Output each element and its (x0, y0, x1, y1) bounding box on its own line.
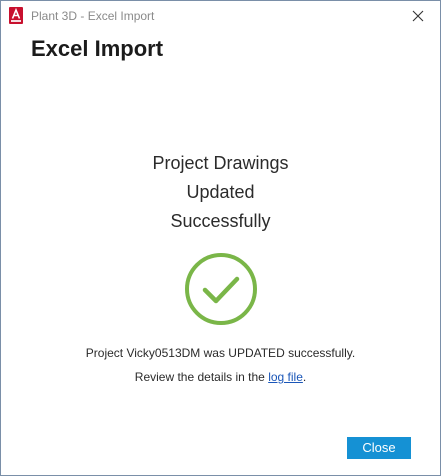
check-circle-icon (184, 252, 258, 326)
review-details-prefix: Review the details in the (134, 370, 269, 384)
update-status-text: Project Vicky0513DM was UPDATED successf… (85, 346, 356, 360)
message-line-3: Successfully (170, 211, 271, 231)
message-line-1: Project Drawings (152, 153, 289, 173)
window-title: Plant 3D - Excel Import (31, 9, 155, 23)
log-file-link[interactable]: log file (268, 370, 303, 384)
review-details-text: Review the details in the log file. (1, 370, 440, 384)
title-bar: Plant 3D - Excel Import (1, 1, 440, 31)
review-details-suffix: . (302, 370, 307, 384)
dialog-heading: Excel Import (31, 36, 164, 61)
excel-import-dialog: Plant 3D - Excel Import Excel Import Pro… (0, 0, 441, 476)
close-icon[interactable] (407, 7, 429, 25)
autocad-app-icon (9, 7, 23, 24)
close-button[interactable]: Close (347, 437, 411, 459)
message-line-2: Updated (186, 182, 255, 202)
